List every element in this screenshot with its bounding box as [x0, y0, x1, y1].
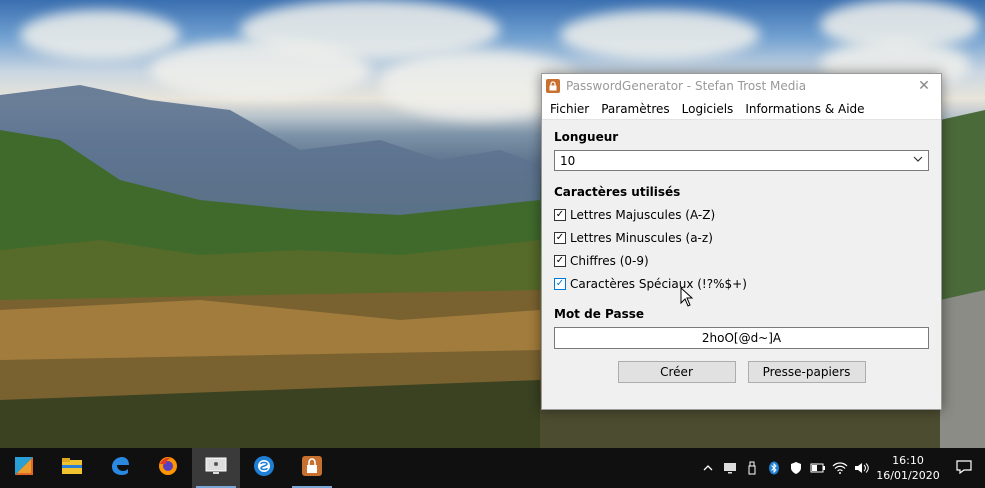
- menu-bar: Fichier Paramètres Logiciels Information…: [542, 98, 941, 120]
- window-title: PasswordGenerator - Stefan Trost Media: [566, 79, 807, 93]
- button-row: Créer Presse-papiers: [554, 361, 929, 383]
- stefan-trost-app-icon: [253, 455, 275, 481]
- edge-icon: [109, 455, 131, 481]
- clipboard-button[interactable]: Presse-papiers: [747, 361, 866, 383]
- taskbar-monitor-app[interactable]: [192, 448, 240, 488]
- option-special-label: Caractères Spéciaux (!?%$+): [570, 276, 747, 291]
- checkbox-digits[interactable]: ✓: [554, 254, 566, 267]
- length-value: 10: [560, 153, 576, 168]
- close-button[interactable]: ✕: [907, 74, 941, 98]
- window-content: Longueur 10 Caractères utilisés ✓ Lettre…: [542, 130, 941, 383]
- start-icon: [13, 455, 35, 481]
- chevron-down-icon: [913, 154, 923, 167]
- length-select[interactable]: 10: [554, 150, 929, 171]
- menu-parametres[interactable]: Paramètres: [595, 102, 675, 116]
- notification-center-button[interactable]: [943, 448, 985, 488]
- title-bar[interactable]: PasswordGenerator - Stefan Trost Media ✕: [542, 74, 941, 98]
- clock-time: 16:10: [892, 454, 924, 467]
- firefox-icon: [157, 455, 179, 481]
- password-generator-icon: [301, 455, 323, 481]
- option-uppercase-label: Lettres Majuscules (A-Z): [570, 207, 716, 222]
- chevron-up-icon[interactable]: [697, 448, 719, 488]
- option-lowercase-label: Lettres Minuscules (a-z): [570, 230, 713, 245]
- password-generator-window: PasswordGenerator - Stefan Trost Media ✕…: [541, 73, 942, 410]
- security-shield-icon[interactable]: [785, 448, 807, 488]
- checkbox-lowercase[interactable]: ✓: [554, 231, 566, 244]
- usb-drive-icon[interactable]: [741, 448, 763, 488]
- volume-icon[interactable]: [851, 448, 873, 488]
- option-digits[interactable]: ✓ Chiffres (0-9): [554, 249, 929, 272]
- wifi-icon[interactable]: [829, 448, 851, 488]
- close-icon: ✕: [918, 78, 930, 94]
- taskbar-password-generator[interactable]: [288, 448, 336, 488]
- taskbar-firefox[interactable]: [144, 448, 192, 488]
- taskbar-file-explorer[interactable]: [48, 448, 96, 488]
- notification-icon: [956, 459, 972, 477]
- start-button[interactable]: [0, 448, 48, 488]
- system-tray: 16:10 16/01/2020: [697, 448, 985, 488]
- length-label: Longueur: [554, 130, 619, 144]
- checkbox-uppercase[interactable]: ✓: [554, 208, 566, 221]
- menu-fichier[interactable]: Fichier: [544, 102, 595, 116]
- monitor-app-icon: [205, 456, 227, 480]
- option-lowercase[interactable]: ✓ Lettres Minuscules (a-z): [554, 226, 929, 249]
- password-value: 2hoO[@d~]A: [701, 331, 782, 345]
- characters-options: ✓ Lettres Majuscules (A-Z) ✓ Lettres Min…: [554, 203, 929, 295]
- battery-icon[interactable]: [807, 448, 829, 488]
- checkbox-special[interactable]: ✓: [554, 277, 566, 290]
- taskbar-stefan-trost-app[interactable]: [240, 448, 288, 488]
- create-button[interactable]: Créer: [617, 361, 736, 383]
- taskbar: 16:10 16/01/2020: [0, 448, 985, 488]
- menu-logiciels[interactable]: Logiciels: [676, 102, 740, 116]
- bluetooth-icon[interactable]: [763, 448, 785, 488]
- password-output[interactable]: 2hoO[@d~]A: [554, 327, 929, 349]
- monitor-tray-icon[interactable]: [719, 448, 741, 488]
- lock-icon: [546, 79, 560, 93]
- option-special[interactable]: ✓ Caractères Spéciaux (!?%$+): [554, 272, 929, 295]
- clock-date: 16/01/2020: [876, 469, 940, 482]
- option-uppercase[interactable]: ✓ Lettres Majuscules (A-Z): [554, 203, 929, 226]
- option-digits-label: Chiffres (0-9): [570, 253, 649, 268]
- characters-label: Caractères utilisés: [554, 185, 681, 199]
- password-label: Mot de Passe: [554, 307, 644, 321]
- file-explorer-icon: [61, 457, 83, 479]
- taskbar-edge[interactable]: [96, 448, 144, 488]
- menu-informations-aide[interactable]: Informations & Aide: [739, 102, 870, 116]
- mouse-cursor-icon: [680, 286, 694, 311]
- clock[interactable]: 16:10 16/01/2020: [873, 453, 943, 483]
